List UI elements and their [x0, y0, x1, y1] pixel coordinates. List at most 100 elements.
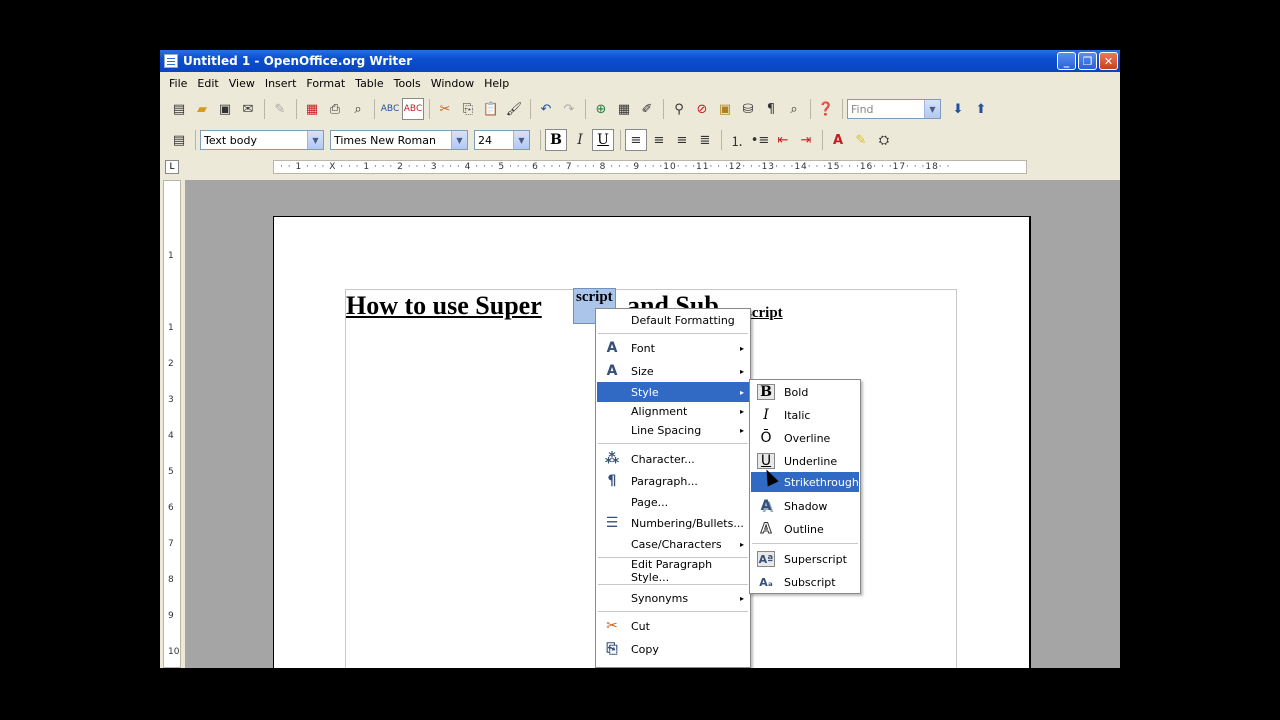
- superscript-icon: Aª: [757, 551, 775, 567]
- menu-file[interactable]: File: [164, 77, 192, 90]
- autospellcheck-icon[interactable]: ABC: [402, 98, 424, 120]
- align-right-icon[interactable]: ≡: [671, 129, 693, 151]
- style-item-superscript[interactable]: Aª Superscript: [751, 549, 859, 569]
- cut-icon[interactable]: ✂: [434, 98, 456, 120]
- context-item-page[interactable]: Page...: [597, 492, 749, 512]
- context-item-edit-paragraph-style[interactable]: Edit Paragraph Style...: [597, 558, 749, 584]
- context-item-numbering-bullets[interactable]: ☰ Numbering/Bullets...: [597, 513, 749, 533]
- bold-button[interactable]: B: [545, 129, 567, 151]
- format-paintbrush-icon[interactable]: 🖌: [503, 98, 525, 120]
- copy-icon[interactable]: ⎘: [457, 98, 479, 120]
- menu-window[interactable]: Window: [426, 77, 479, 90]
- hyperlink-icon[interactable]: ⊕: [590, 98, 612, 120]
- style-item-outline[interactable]: A Outline: [751, 519, 859, 539]
- style-item-label: Underline: [784, 454, 838, 468]
- context-item-case-characters[interactable]: Case/Characters ▸: [597, 534, 749, 554]
- context-item-style[interactable]: Style ▸: [597, 382, 749, 402]
- context-item-label: Synonyms: [631, 591, 689, 605]
- context-item-size[interactable]: A Size ▸: [597, 361, 749, 381]
- align-center-icon[interactable]: ≡: [648, 129, 670, 151]
- justify-icon[interactable]: ≣: [694, 129, 716, 151]
- minimize-button[interactable]: _: [1057, 52, 1076, 70]
- new-document-icon[interactable]: ▤: [168, 98, 190, 120]
- open-folder-icon[interactable]: ▰: [191, 98, 213, 120]
- spellcheck-icon[interactable]: ABC: [379, 98, 401, 120]
- chevron-down-icon[interactable]: ▼: [451, 131, 467, 149]
- underline-button[interactable]: U: [592, 129, 614, 151]
- menu-separator: [598, 443, 748, 444]
- increase-indent-icon[interactable]: ⇥: [795, 129, 817, 151]
- edit-file-icon[interactable]: ✎: [269, 98, 291, 120]
- styles-formatting-icon[interactable]: ▤: [168, 129, 190, 151]
- context-item-default-formatting[interactable]: Default Formatting: [597, 310, 749, 330]
- print-icon[interactable]: ⎙: [324, 98, 346, 120]
- paste-icon[interactable]: 📋: [480, 98, 502, 120]
- find-previous-icon[interactable]: ⬆: [970, 98, 992, 120]
- redo-icon[interactable]: ↷: [558, 98, 580, 120]
- bold-icon: B: [757, 384, 775, 400]
- show-draw-functions-icon[interactable]: ✐: [636, 98, 658, 120]
- menu-separator: [598, 611, 748, 612]
- align-left-icon[interactable]: ≡: [625, 129, 647, 151]
- horizontal-ruler[interactable]: · · 1 · · · X · · · 1 · · · 2 · · · 3 · …: [273, 160, 1027, 174]
- context-item-character[interactable]: ⁂ Character...: [597, 449, 749, 469]
- formatting-marks-icon[interactable]: ¶: [760, 98, 782, 120]
- style-item-overline[interactable]: Ō Overline: [751, 428, 859, 448]
- email-icon[interactable]: ✉: [237, 98, 259, 120]
- style-item-label: Bold: [784, 385, 809, 399]
- style-item-label: Outline: [784, 522, 824, 536]
- numbering-icon[interactable]: ⒈: [726, 129, 748, 151]
- context-item-paragraph[interactable]: ¶ Paragraph...: [597, 471, 749, 491]
- heading-text[interactable]: How to use Super: [346, 291, 542, 321]
- tab-stop-selector[interactable]: L: [165, 160, 179, 174]
- find-input[interactable]: Find ▼: [847, 99, 941, 119]
- context-menu: Default Formatting A Font ▸ A Size ▸ Sty…: [595, 308, 751, 668]
- menu-tools[interactable]: Tools: [389, 77, 426, 90]
- context-item-copy[interactable]: ⎘ Copy: [597, 639, 749, 659]
- context-item-synonyms[interactable]: Synonyms ▸: [597, 588, 749, 608]
- undo-icon[interactable]: ↶: [535, 98, 557, 120]
- decrease-indent-icon[interactable]: ⇤: [772, 129, 794, 151]
- highlighting-icon[interactable]: ✎: [850, 129, 872, 151]
- find-replace-icon[interactable]: ⚲: [668, 98, 690, 120]
- find-next-icon[interactable]: ⬇: [947, 98, 969, 120]
- chevron-down-icon[interactable]: ▼: [924, 100, 940, 118]
- context-item-cut[interactable]: ✂ Cut: [597, 616, 749, 636]
- font-size-select[interactable]: 24 ▼: [474, 130, 530, 150]
- style-item-shadow[interactable]: A Shadow: [751, 496, 859, 516]
- context-item-line-spacing[interactable]: Line Spacing ▸: [597, 420, 749, 440]
- submenu-arrow-icon: ▸: [739, 406, 744, 416]
- navigator-icon[interactable]: ⊘: [691, 98, 713, 120]
- menu-insert[interactable]: Insert: [260, 77, 302, 90]
- chevron-down-icon[interactable]: ▼: [513, 131, 529, 149]
- menu-help[interactable]: Help: [479, 77, 514, 90]
- font-color-icon[interactable]: A: [827, 129, 849, 151]
- subscript-text[interactable]: script: [746, 305, 783, 322]
- paragraph-style-select[interactable]: Text body ▼: [200, 130, 324, 150]
- restore-button[interactable]: ❐: [1078, 52, 1097, 70]
- italic-button[interactable]: I: [569, 129, 591, 151]
- font-name-select[interactable]: Times New Roman ▼: [330, 130, 468, 150]
- context-item-font[interactable]: A Font ▸: [597, 338, 749, 358]
- context-item-alignment[interactable]: Alignment ▸: [597, 401, 749, 421]
- vertical-ruler[interactable]: 1 1 2 3 4 5 6 7 8 9 10: [163, 180, 181, 668]
- menu-edit[interactable]: Edit: [192, 77, 223, 90]
- save-icon[interactable]: ▣: [214, 98, 236, 120]
- background-color-icon[interactable]: ⛭: [873, 129, 895, 151]
- style-item-italic[interactable]: I Italic: [751, 405, 859, 425]
- data-sources-icon[interactable]: ⛁: [737, 98, 759, 120]
- page-preview-icon[interactable]: ⌕: [347, 98, 369, 120]
- zoom-icon[interactable]: ⌕: [783, 98, 805, 120]
- menu-table[interactable]: Table: [350, 77, 388, 90]
- menu-view[interactable]: View: [224, 77, 260, 90]
- help-icon[interactable]: ❓: [815, 98, 837, 120]
- export-pdf-icon[interactable]: ▦: [301, 98, 323, 120]
- bullets-icon[interactable]: •≡: [749, 129, 771, 151]
- menu-format[interactable]: Format: [301, 77, 350, 90]
- close-button[interactable]: ✕: [1099, 52, 1118, 70]
- table-icon[interactable]: ▦: [613, 98, 635, 120]
- chevron-down-icon[interactable]: ▼: [307, 131, 323, 149]
- style-item-bold[interactable]: B Bold: [751, 382, 859, 402]
- style-item-subscript[interactable]: Aₐ Subscript: [751, 572, 859, 592]
- gallery-icon[interactable]: ▣: [714, 98, 736, 120]
